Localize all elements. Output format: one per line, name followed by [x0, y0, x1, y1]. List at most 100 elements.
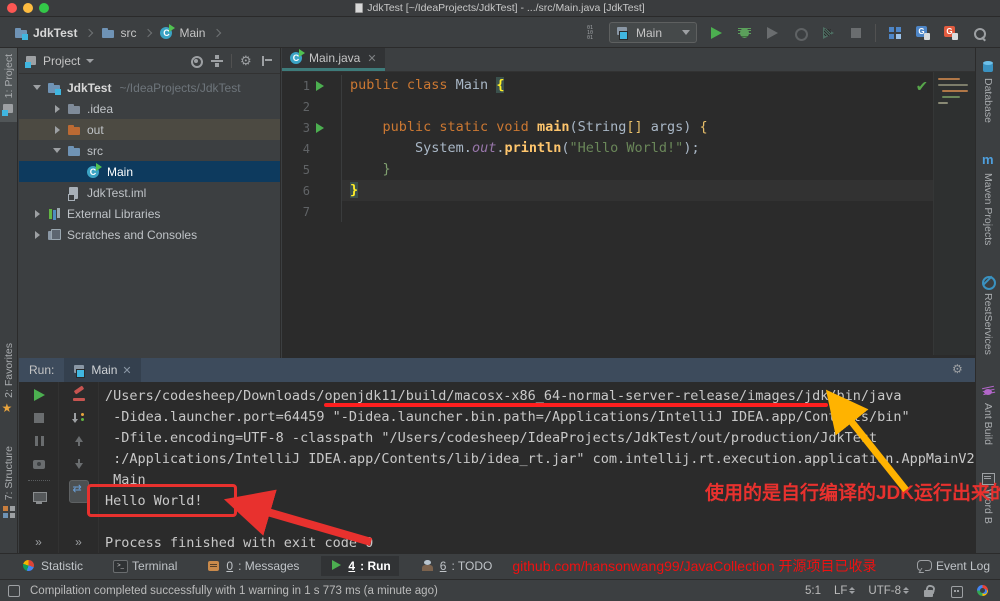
run-tab-main[interactable]: Main ✕: [64, 358, 140, 382]
tool-window-button-label: : TODO: [451, 559, 492, 573]
run-gutter[interactable]: [310, 81, 330, 91]
breadcrumb-chevron-icon: [213, 28, 221, 36]
lock-icon[interactable]: [922, 584, 936, 598]
tree-item-main[interactable]: Main: [19, 161, 280, 182]
line-separator-select[interactable]: LF: [834, 585, 855, 597]
tree-item-out[interactable]: out: [19, 119, 280, 140]
tab-main-java[interactable]: Main.java ✕: [282, 48, 385, 71]
expand-arrow-icon[interactable]: [47, 148, 67, 153]
tree-item-src[interactable]: src: [19, 140, 280, 161]
tool-window-button-terminal[interactable]: Terminal: [105, 556, 185, 576]
show-console-button[interactable]: [32, 490, 46, 504]
code-line: 7: [282, 201, 975, 222]
tree-item-scratches-and-consoles[interactable]: Scratches and Consoles: [19, 224, 280, 245]
stripe-button-7-structure[interactable]: 7: Structure: [0, 440, 17, 524]
run-config-label: Main: [636, 26, 662, 40]
run-icon: [709, 26, 723, 40]
star-icon: [2, 402, 16, 416]
locate-file-button[interactable]: [189, 54, 203, 68]
stripe-button-ant-build[interactable]: Ant Build: [976, 379, 1000, 451]
run-settings-gear-button[interactable]: [952, 363, 966, 377]
tree-item-external-libraries[interactable]: External Libraries: [19, 203, 280, 224]
code-line: 3 public static void main(String[] args)…: [282, 117, 975, 138]
tree-item-label: JdkTest.iml: [87, 186, 146, 200]
run-line-icon[interactable]: [316, 81, 324, 91]
tool-window-button-4-run[interactable]: 4: Run: [321, 556, 398, 576]
tree-item-jdktest[interactable]: JdkTest~/IdeaProjects/JdkTest: [19, 77, 280, 98]
console-output[interactable]: /Users/codesheep/Downloads/openjdk11/bui…: [99, 382, 1000, 553]
project-tool-icon: [2, 102, 16, 116]
breadcrumb-jdktest[interactable]: JdkTest: [10, 24, 81, 42]
profiler-button[interactable]: [791, 24, 809, 42]
settings-gear-button[interactable]: [239, 54, 253, 68]
run-panel-title: Run:: [29, 363, 54, 377]
thread-dump-button[interactable]: [32, 457, 46, 471]
tool-window-toggle-icon[interactable]: [8, 585, 20, 597]
rerun-button[interactable]: [32, 388, 46, 402]
code-editor[interactable]: 1public class Main {23 public static voi…: [282, 72, 975, 355]
code-token: main: [537, 119, 570, 135]
tree-item-idea[interactable]: .idea: [19, 98, 280, 119]
expand-arrow-icon[interactable]: [27, 210, 47, 218]
more-actions-chevron[interactable]: »: [35, 535, 42, 549]
arrow-right-icon: [35, 210, 40, 218]
arrow-right-icon: [35, 231, 40, 239]
clear-console-button[interactable]: [72, 388, 86, 402]
tool-window-button-label: : Messages: [238, 559, 299, 573]
caret-position[interactable]: 5:1: [805, 585, 821, 597]
close-tab-icon[interactable]: ✕: [367, 52, 376, 65]
stripe-button-1-project[interactable]: 1: Project: [0, 48, 17, 122]
run-gutter[interactable]: [310, 123, 330, 133]
run-line-icon[interactable]: [316, 123, 324, 133]
run-configuration-select[interactable]: Main: [609, 22, 697, 43]
expand-arrow-icon[interactable]: [27, 231, 47, 239]
stripe-button-restservices[interactable]: RestServices: [976, 269, 1000, 361]
run-coverage-button[interactable]: [763, 24, 781, 42]
run-tool-window: Run: Main ✕ »: [19, 358, 1000, 553]
scroll-to-end-button[interactable]: [72, 411, 86, 425]
translate-alt-button[interactable]: [942, 24, 960, 42]
window-grid-button[interactable]: [886, 24, 904, 42]
run-button[interactable]: [707, 24, 725, 42]
expand-arrow-icon[interactable]: [27, 85, 47, 90]
breadcrumb-src[interactable]: src: [97, 24, 140, 42]
run-skip-button[interactable]: [819, 24, 837, 42]
soft-wrap-toggle[interactable]: [69, 480, 89, 503]
mnemonic: 4: [348, 559, 355, 573]
stripe-button-2-favorites[interactable]: 2: Favorites: [0, 337, 17, 422]
encoding-select[interactable]: UTF-8: [868, 585, 909, 597]
status-message: Compilation completed successfully with …: [30, 585, 438, 597]
hide-panel-button[interactable]: [260, 54, 274, 68]
close-run-tab-icon[interactable]: ✕: [122, 364, 131, 377]
prev-occurrence-button[interactable]: [72, 434, 86, 448]
tree-item-jdktest-iml[interactable]: JdkTest.iml: [19, 182, 280, 203]
google-icon[interactable]: [976, 584, 990, 598]
code-token: []: [626, 119, 642, 135]
tool-window-button-statistic[interactable]: Statistic: [14, 556, 91, 576]
code-minimap[interactable]: [933, 72, 975, 355]
event-log-button[interactable]: Event Log: [917, 559, 990, 573]
robot-plugin-icon[interactable]: [949, 584, 963, 598]
breadcrumb-main[interactable]: Main: [156, 24, 209, 42]
tool-window-button-0-messages[interactable]: 0: Messages: [199, 556, 307, 576]
translate-button[interactable]: [914, 24, 932, 42]
next-occurrence-button[interactable]: [72, 457, 86, 471]
debug-button[interactable]: [735, 24, 753, 42]
more-actions-chevron[interactable]: »: [75, 535, 82, 549]
code-token: [350, 161, 383, 177]
run-small-icon: [329, 559, 343, 573]
stop-button[interactable]: [847, 24, 865, 42]
folder-project-icon: [47, 81, 61, 95]
project-view-selector[interactable]: Project: [43, 54, 80, 68]
stripe-button-maven-projects[interactable]: Maven Projects: [976, 149, 1000, 251]
expand-arrow-icon[interactable]: [47, 105, 67, 113]
stripe-button-database[interactable]: Database: [976, 54, 1000, 129]
pause-output-button[interactable]: [32, 434, 46, 448]
expand-arrow-icon[interactable]: [47, 126, 67, 134]
code-line: 2: [282, 96, 975, 117]
binary-plugin-icon[interactable]: [585, 26, 599, 40]
search-everywhere-button[interactable]: [970, 24, 988, 42]
tool-window-button-6-todo[interactable]: 6: TODO: [413, 556, 501, 576]
collapse-all-button[interactable]: [210, 54, 224, 68]
stop-process-button[interactable]: [32, 411, 46, 425]
